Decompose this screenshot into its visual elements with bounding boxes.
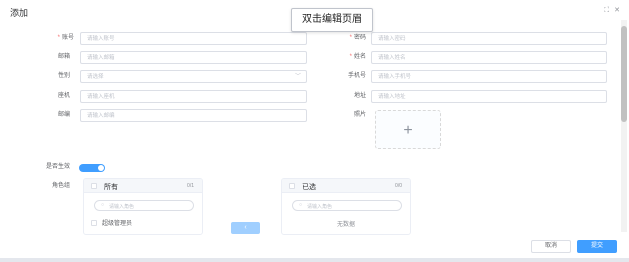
transfer-right-search-placeholder: 请输入角色 bbox=[307, 204, 333, 210]
fullscreen-icon[interactable]: ⛶ bbox=[604, 7, 609, 14]
close-icon[interactable]: ✕ bbox=[614, 7, 620, 14]
address-label: 地址 bbox=[353, 93, 366, 99]
transfer-right-panel: 已选 0/0 ○ 请输入角色 无数据 bbox=[281, 178, 411, 235]
postcode-label: 邮编 bbox=[57, 112, 70, 118]
account-label: * 账号 bbox=[57, 35, 74, 41]
password-input[interactable] bbox=[371, 32, 607, 45]
plus-icon: + bbox=[403, 122, 413, 139]
transfer-left-panel: 所有 0/1 ○ 请输入角色 超级管理员 bbox=[83, 178, 203, 235]
bottom-divider bbox=[0, 258, 629, 262]
cancel-button[interactable]: 取消 bbox=[531, 240, 571, 253]
list-item[interactable]: 超级管理员 bbox=[102, 218, 132, 227]
transfer-right-empty: 无数据 bbox=[336, 222, 355, 228]
search-icon: ○ bbox=[101, 202, 105, 208]
gender-select[interactable]: ﹀ bbox=[80, 70, 307, 83]
transfer-left-search[interactable]: ○ 请输入角色 bbox=[94, 200, 194, 211]
gender-select-input[interactable] bbox=[80, 70, 307, 83]
enabled-switch[interactable] bbox=[79, 164, 105, 172]
phone-label: 手机号 bbox=[347, 73, 366, 79]
transfer-right-title: 已选 bbox=[302, 184, 316, 191]
transfer-left-count: 0/1 bbox=[187, 183, 194, 189]
name-label: * 姓名 bbox=[349, 54, 366, 60]
email-label: 邮箱 bbox=[57, 54, 70, 60]
transfer-right-search[interactable]: ○ 请输入角色 bbox=[292, 200, 402, 211]
dialog-header-actions: ⛶ ✕ bbox=[601, 6, 620, 15]
password-label: * 密码 bbox=[349, 35, 366, 41]
address-input[interactable] bbox=[371, 90, 607, 103]
transfer-right-header: 已选 0/0 bbox=[282, 179, 410, 193]
roles-label: 角色组 bbox=[51, 183, 70, 189]
transfer-left-search-placeholder: 请输入角色 bbox=[109, 204, 135, 210]
photo-label: 照片 bbox=[353, 112, 366, 118]
dialog-title: 添加 bbox=[10, 8, 29, 18]
add-dialog: 添加 ⛶ ✕ 双击编辑页眉 *账号 *密码 邮箱 *姓名 性别 ﹀ 手机号 座机… bbox=[0, 0, 629, 262]
switch-knob bbox=[98, 165, 104, 171]
role-item-checkbox[interactable] bbox=[91, 220, 97, 226]
submit-button[interactable]: 提交 bbox=[577, 240, 617, 253]
postcode-input[interactable] bbox=[80, 109, 307, 122]
transfer-left-header: 所有 0/1 bbox=[84, 179, 202, 193]
account-input[interactable] bbox=[80, 32, 307, 45]
landline-label: 座机 bbox=[57, 93, 70, 99]
transfer-left-title: 所有 bbox=[104, 184, 118, 191]
edit-header-tooltip: 双击编辑页眉 bbox=[291, 8, 373, 32]
select-all-checkbox[interactable] bbox=[91, 183, 97, 189]
transfer-right-count: 0/0 bbox=[395, 183, 402, 189]
search-icon: ○ bbox=[299, 202, 303, 208]
scrollbar-thumb[interactable] bbox=[621, 26, 627, 122]
dialog-footer: 取消 提交 bbox=[0, 235, 629, 255]
landline-input[interactable] bbox=[80, 90, 307, 103]
name-input[interactable] bbox=[371, 51, 607, 64]
photo-upload[interactable]: + bbox=[375, 110, 441, 149]
gender-label: 性别 bbox=[57, 73, 70, 79]
select-all-checkbox[interactable] bbox=[289, 183, 295, 189]
email-input[interactable] bbox=[80, 51, 307, 64]
move-left-button[interactable]: ‹ bbox=[231, 222, 260, 234]
chevron-down-icon: ﹀ bbox=[294, 74, 301, 80]
enabled-label: 是否生效 bbox=[45, 164, 70, 170]
phone-input[interactable] bbox=[371, 70, 607, 83]
